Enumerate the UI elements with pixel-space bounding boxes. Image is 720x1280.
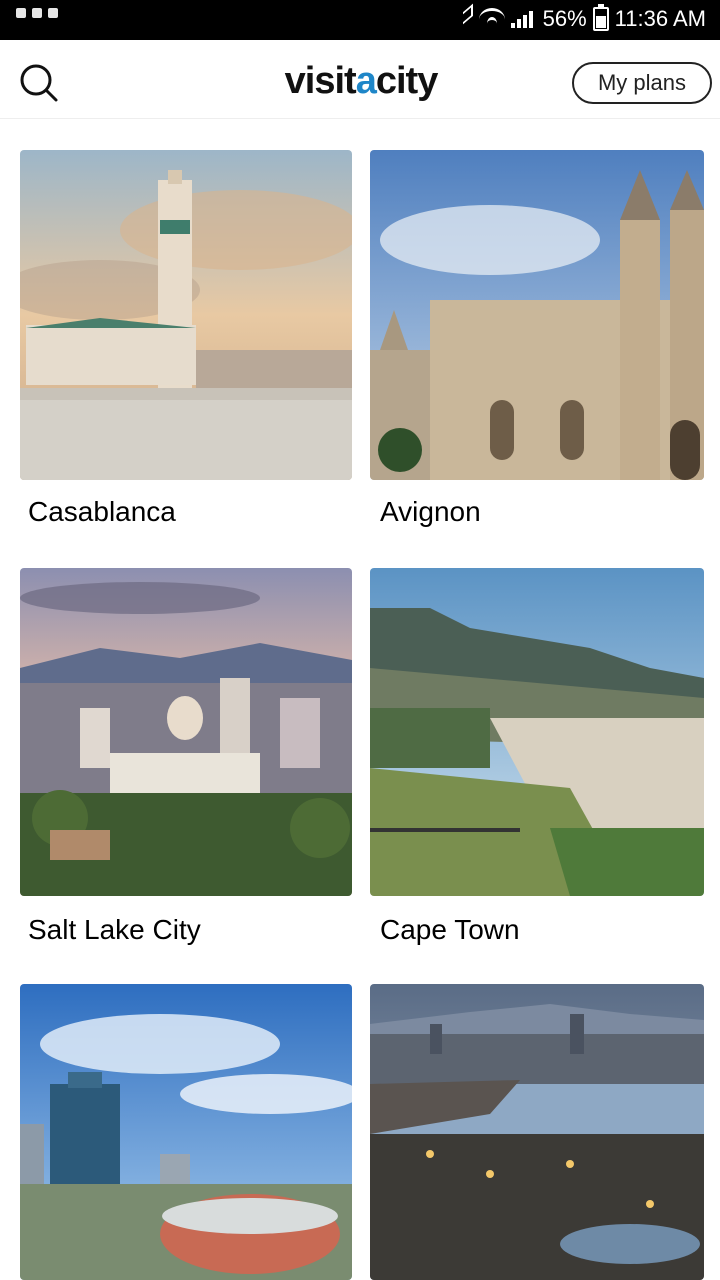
city-image[interactable] bbox=[370, 150, 704, 480]
city-name: Avignon bbox=[380, 496, 481, 527]
wifi-icon bbox=[478, 7, 505, 31]
status-bar: 56% 11:36 AM bbox=[0, 0, 720, 40]
signal-icon bbox=[510, 10, 537, 28]
clock: 11:36 AM bbox=[614, 6, 706, 31]
city-name: Cape Town bbox=[380, 914, 520, 945]
battery-icon bbox=[592, 4, 609, 31]
city-name: Salt Lake City bbox=[28, 914, 201, 945]
city-image[interactable] bbox=[20, 568, 352, 896]
city-image[interactable] bbox=[370, 984, 704, 1280]
app-header: visitacity My plans bbox=[0, 40, 720, 119]
city-image[interactable] bbox=[20, 984, 352, 1280]
visitacity-logo[interactable]: visitacity bbox=[268, 60, 454, 104]
city-name: Casablanca bbox=[28, 496, 176, 527]
my-plans-button[interactable]: My plans bbox=[572, 62, 712, 104]
city-image[interactable] bbox=[20, 150, 352, 480]
notification-icons bbox=[16, 8, 58, 18]
battery-percent: 56% bbox=[542, 6, 587, 31]
search-button[interactable] bbox=[16, 60, 60, 104]
city-image[interactable] bbox=[370, 568, 704, 896]
status-indicators: 56% 11:36 AM bbox=[461, 4, 706, 32]
bluetooth-icon bbox=[461, 8, 473, 30]
search-icon bbox=[20, 64, 58, 102]
